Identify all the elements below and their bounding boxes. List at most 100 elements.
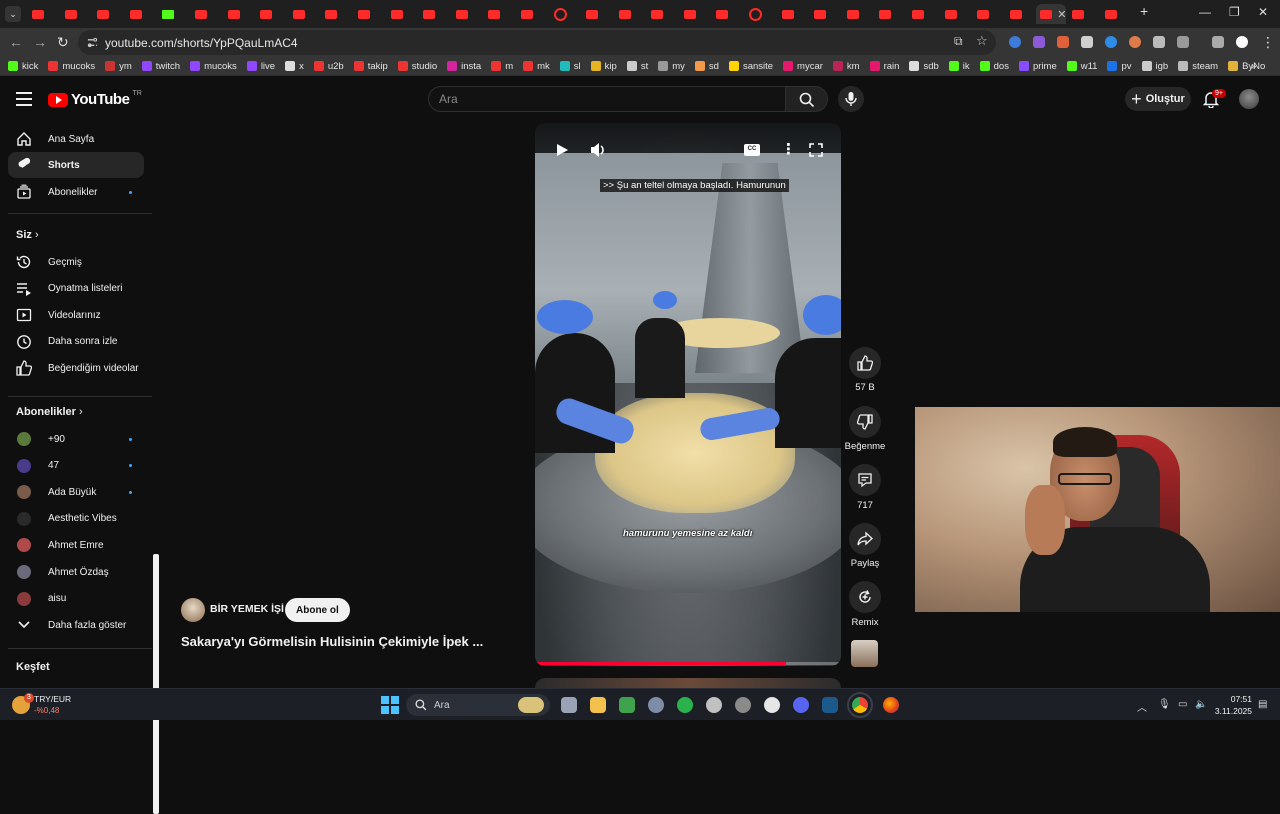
browser-tab[interactable] [939, 4, 972, 24]
channel-avatar[interactable] [181, 598, 205, 622]
minimize-button[interactable]: — [1199, 5, 1211, 19]
task-view-icon[interactable] [561, 697, 577, 713]
steam-icon[interactable] [822, 697, 838, 713]
browser-tab[interactable] [124, 4, 157, 24]
short-title[interactable]: Sakarya'yı Görmelisin Hulisinin Çekimiyl… [181, 634, 483, 649]
extension-icon[interactable] [1105, 36, 1117, 48]
bookmark-item[interactable]: rain [869, 61, 899, 72]
browser-tab[interactable]: ✕ [1036, 4, 1067, 24]
browser-tab[interactable] [417, 4, 450, 24]
browser-tab[interactable] [319, 4, 352, 24]
bookmark-item[interactable]: kick [8, 61, 38, 72]
network-icon[interactable]: ▭ [1178, 699, 1187, 710]
extension-icon[interactable] [1033, 36, 1045, 48]
comments-button[interactable] [849, 464, 881, 496]
sidebar-item-ana-sayfa[interactable]: Ana Sayfa [8, 126, 144, 152]
sidebar-item-ahmet-zda[interactable]: Ahmet Özdaş [8, 559, 144, 585]
site-info-icon[interactable] [87, 37, 98, 48]
firefox-icon[interactable] [883, 697, 899, 713]
remix-button[interactable] [849, 581, 881, 613]
new-tab-button[interactable]: + [1140, 3, 1148, 19]
ticker-label[interactable]: TRY/EUR [34, 694, 71, 704]
store-icon[interactable] [619, 697, 635, 713]
account-avatar[interactable] [1239, 89, 1259, 109]
browser-tab[interactable] [1066, 4, 1099, 24]
captions-icon[interactable]: CC [744, 144, 760, 156]
browser-tab[interactable] [613, 4, 646, 24]
bookmark-item[interactable]: studio [397, 61, 437, 72]
sidebar-item-ada-b-y-k[interactable]: Ada Büyük [8, 479, 144, 505]
discord-icon[interactable] [793, 697, 809, 713]
browser-tab[interactable] [645, 4, 678, 24]
search-field[interactable] [428, 86, 786, 112]
taskbar-search[interactable]: Ara [406, 694, 550, 716]
bookmark-item[interactable]: sdb [909, 61, 939, 72]
browser-tab[interactable] [580, 4, 613, 24]
video-progress-bar[interactable] [535, 662, 841, 665]
show-more-button[interactable]: Daha fazla göster [8, 612, 144, 638]
browser-tab[interactable] [59, 4, 92, 24]
bookmark-item[interactable]: live [246, 61, 275, 72]
bookmark-item[interactable]: ik [948, 61, 970, 72]
bookmark-item[interactable]: sansite [728, 61, 773, 72]
bookmark-item[interactable]: x [285, 61, 304, 72]
browser-tab[interactable] [808, 4, 841, 24]
browser-tab[interactable] [841, 4, 874, 24]
sidebar-item-oynatma-listeleri[interactable]: Oynatma listeleri [8, 276, 144, 302]
browser-tab[interactable] [678, 4, 711, 24]
bookmark-item[interactable]: mycar [783, 61, 823, 72]
close-tab-icon[interactable]: ✕ [1057, 8, 1066, 21]
sidebar-item-daha-sonra-izle[interactable]: Daha sonra izle [8, 329, 144, 355]
browser-tab[interactable] [385, 4, 418, 24]
browser-tab[interactable] [91, 4, 124, 24]
app-icon[interactable] [735, 697, 751, 713]
bookmark-item[interactable]: steam [1178, 61, 1218, 72]
bookmark-item[interactable]: m [491, 61, 513, 72]
browser-menu-icon[interactable]: ⋮ [1261, 34, 1275, 51]
sidebar-item-47[interactable]: 47 [8, 453, 144, 479]
bookmark-item[interactable]: igb [1141, 61, 1168, 72]
sidebar-item-videolar-n-z[interactable]: Videolarınız [8, 302, 144, 328]
speaker-icon[interactable]: 🔈 [1195, 699, 1207, 710]
sound-thumbnail[interactable] [851, 640, 878, 667]
chrome-icon[interactable] [847, 692, 873, 718]
sidebar-item-be-endi-im-videolar[interactable]: Beğendiğim videolar [8, 355, 144, 381]
maximize-button[interactable]: ❐ [1229, 5, 1240, 19]
bookmark-item[interactable]: ym [105, 61, 132, 72]
app-icon[interactable] [706, 697, 722, 713]
settings-icon[interactable] [648, 697, 664, 713]
youtube-logo[interactable]: YouTube TR [48, 90, 142, 108]
more-options-icon[interactable]: ⋮ [781, 140, 796, 158]
bookmark-item[interactable]: u2b [313, 61, 344, 72]
play-icon[interactable] [555, 143, 569, 157]
browser-tab[interactable] [710, 4, 743, 24]
notification-center-icon[interactable]: ▤ [1258, 699, 1267, 710]
bookmark-item[interactable]: mucoks [190, 61, 237, 72]
tray-overflow-icon[interactable]: ︿ [1137, 699, 1147, 714]
extension-icon[interactable] [1057, 36, 1069, 48]
microphone-tray-icon[interactable]: 🎙 [1158, 699, 1171, 710]
short-video-player[interactable]: CC ⋮ >> Şu an teltel olmaya başladı. Ham… [535, 123, 841, 666]
like-button[interactable] [849, 347, 881, 379]
sidebar-item-aisu[interactable]: aisu [8, 586, 144, 612]
browser-tab[interactable] [548, 4, 581, 24]
tab-search-button[interactable]: ⌄ [5, 6, 21, 22]
bookmark-item[interactable]: mucoks [48, 61, 95, 72]
bookmark-item[interactable]: my [658, 61, 685, 72]
bookmark-item[interactable]: km [832, 61, 860, 72]
browser-tab[interactable] [776, 4, 809, 24]
bookmark-item[interactable]: takip [353, 61, 388, 72]
browser-tab[interactable] [1099, 4, 1132, 24]
bookmark-item[interactable]: dos [979, 61, 1009, 72]
bookmark-item[interactable]: st [626, 61, 648, 72]
extension-icon[interactable] [1081, 36, 1093, 48]
browser-tab[interactable] [906, 4, 939, 24]
clock-time[interactable]: 07:51 [1226, 694, 1252, 704]
bookmark-item[interactable]: prime [1018, 61, 1057, 72]
sidebar-item-ahmet-emre[interactable]: Ahmet Emre [8, 532, 144, 558]
bookmark-item[interactable]: kip [590, 61, 617, 72]
browser-tab[interactable] [26, 4, 59, 24]
browser-tab[interactable] [450, 4, 483, 24]
extension-icon[interactable] [1129, 36, 1141, 48]
bookmark-item[interactable]: mk [523, 61, 550, 72]
